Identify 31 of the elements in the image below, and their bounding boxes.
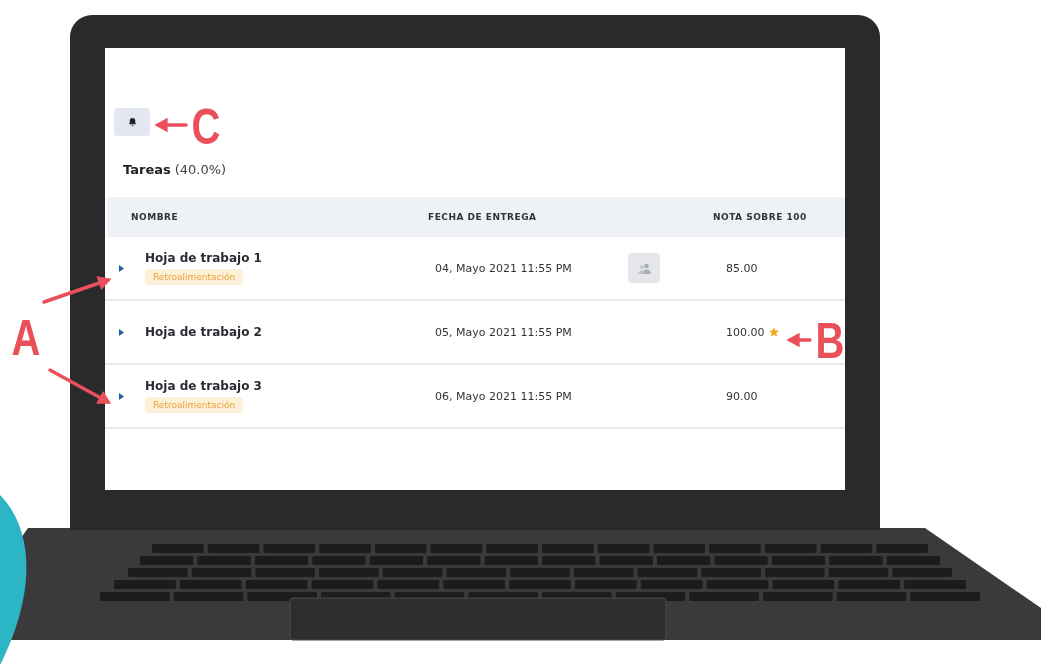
annotation-arrow bbox=[788, 334, 812, 346]
annotation-letter: B bbox=[815, 316, 845, 366]
annotation-arrow bbox=[46, 366, 112, 406]
feedback-tag: Retroalimentación bbox=[145, 269, 244, 285]
task-name: Hoja de trabajo 3 bbox=[145, 379, 262, 393]
annotation-letter: C bbox=[191, 102, 221, 152]
expand-icon[interactable] bbox=[119, 328, 124, 336]
annotation-arrow bbox=[156, 119, 188, 131]
column-header: NOTA SOBRE 100 bbox=[713, 212, 808, 222]
annotation-arrow bbox=[40, 276, 112, 306]
bell-icon bbox=[126, 116, 138, 128]
grade: 90.00 bbox=[726, 389, 758, 403]
column-header: FECHA DE ENTREGA bbox=[428, 212, 538, 222]
grade: 85.00 bbox=[726, 261, 758, 275]
expand-icon[interactable] bbox=[119, 392, 124, 400]
notification-button[interactable] bbox=[114, 108, 150, 136]
section-percent: (40.0%) bbox=[174, 162, 227, 177]
section-title: Tareas bbox=[123, 162, 171, 177]
column-header: NOMBRE bbox=[131, 212, 180, 222]
task-row[interactable]: Hoja de trabajo 3 Retroalimentación 06, Mayo 2021 11:55 PM 90.00 bbox=[105, 365, 845, 429]
task-name: Hoja de trabajo 1 bbox=[145, 251, 262, 265]
people-icon bbox=[637, 262, 651, 274]
due-date: 05, Mayo 2021 11:55 PM bbox=[435, 325, 573, 339]
annotation-letter: A bbox=[11, 313, 41, 363]
task-name: Hoja de trabajo 2 bbox=[145, 325, 262, 339]
task-row[interactable]: Hoja de trabajo 1 Retroalimentación 04, Mayo 2021 11:55 PM 85.00 bbox=[105, 237, 845, 301]
due-date: 04, Mayo 2021 11:55 PM bbox=[435, 261, 573, 275]
feedback-tag: Retroalimentación bbox=[145, 397, 244, 413]
due-date: 06, Mayo 2021 11:55 PM bbox=[435, 389, 573, 403]
grade: 100.00 bbox=[726, 325, 765, 339]
expand-icon[interactable] bbox=[119, 264, 124, 272]
